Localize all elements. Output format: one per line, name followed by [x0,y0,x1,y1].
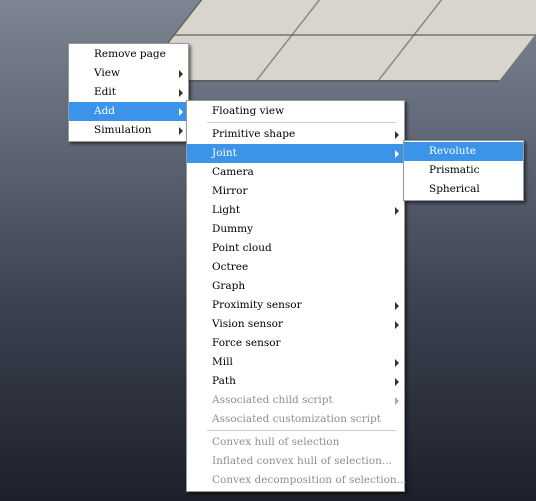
submenu-arrow-icon [395,359,399,367]
menu-item-label: Spherical [429,183,480,195]
menu-item-prismatic[interactable]: Prismatic [404,161,523,180]
submenu-arrow-icon [395,302,399,310]
menu-item-mill[interactable]: Mill [187,353,404,372]
menu-item-label: Simulation [94,124,152,136]
menu-item-inflated-convex-hull: Inflated convex hull of selection... [187,452,404,471]
menu-item-floating-view[interactable]: Floating view [187,102,404,121]
menu-item-label: Remove page [94,48,166,60]
submenu-arrow-icon [179,70,183,78]
menu-item-label: Camera [212,166,254,178]
menu-item-simulation[interactable]: Simulation [69,121,188,140]
menu-item-convex-hull: Convex hull of selection [187,433,404,452]
menu-item-label: Convex decomposition of selection... [212,474,407,486]
menu-separator [207,430,396,431]
menu-item-octree[interactable]: Octree [187,258,404,277]
menu-item-label: Dummy [212,223,254,235]
menu-item-label: Inflated convex hull of selection... [212,455,392,467]
add-submenu: Floating view Primitive shape Joint Came… [186,100,407,492]
submenu-arrow-icon [179,127,183,135]
menu-item-label: Primitive shape [212,128,296,140]
menu-item-label: Point cloud [212,242,272,254]
menu-item-label: Add [94,105,116,117]
context-menu: Remove page View Edit Add Simulation [68,43,189,142]
submenu-arrow-icon [179,89,183,97]
menu-item-edit[interactable]: Edit [69,83,188,102]
menu-item-vision-sensor[interactable]: Vision sensor [187,315,404,334]
menu-item-label: Associated child script [212,394,333,406]
menu-item-light[interactable]: Light [187,201,404,220]
submenu-arrow-icon [395,397,399,405]
menu-item-label: Octree [212,261,249,273]
scene-floor [136,0,536,82]
menu-item-camera[interactable]: Camera [187,163,404,182]
menu-item-label: Floating view [212,105,285,117]
submenu-arrow-icon [395,321,399,329]
menu-item-graph[interactable]: Graph [187,277,404,296]
menu-item-label: Mill [212,356,233,368]
menu-separator [207,122,396,123]
submenu-arrow-icon [395,378,399,386]
menu-item-label: Proximity sensor [212,299,302,311]
menu-item-spherical[interactable]: Spherical [404,180,523,199]
menu-item-label: Light [212,204,241,216]
menu-item-revolute[interactable]: Revolute [404,142,523,161]
menu-item-label: View [94,67,120,79]
menu-item-mirror[interactable]: Mirror [187,182,404,201]
menu-item-associated-customization-script: Associated customization script [187,410,404,429]
submenu-arrow-icon [395,207,399,215]
menu-item-label: Vision sensor [212,318,284,330]
submenu-arrow-icon [395,131,399,139]
menu-item-proximity-sensor[interactable]: Proximity sensor [187,296,404,315]
menu-item-label: Force sensor [212,337,281,349]
menu-item-label: Path [212,375,236,387]
menu-item-joint[interactable]: Joint [187,144,404,163]
menu-item-primitive-shape[interactable]: Primitive shape [187,125,404,144]
menu-item-label: Prismatic [429,164,480,176]
joint-submenu: Revolute Prismatic Spherical [403,140,524,201]
menu-item-dummy[interactable]: Dummy [187,220,404,239]
menu-item-label: Revolute [429,145,476,157]
menu-item-view[interactable]: View [69,64,188,83]
menu-item-label: Convex hull of selection [212,436,340,448]
submenu-arrow-icon [395,150,399,158]
menu-item-path[interactable]: Path [187,372,404,391]
menu-item-convex-decomposition: Convex decomposition of selection... [187,471,407,490]
menu-item-remove-page[interactable]: Remove page [69,45,188,64]
menu-item-label: Associated customization script [212,413,381,425]
menu-item-label: Joint [212,147,237,159]
menu-item-label: Mirror [212,185,248,197]
menu-item-label: Graph [212,280,246,292]
menu-item-add[interactable]: Add [69,102,188,121]
menu-item-label: Edit [94,86,116,98]
menu-item-point-cloud[interactable]: Point cloud [187,239,404,258]
menu-item-force-sensor[interactable]: Force sensor [187,334,404,353]
menu-item-associated-child-script: Associated child script [187,391,404,410]
submenu-arrow-icon [179,108,183,116]
